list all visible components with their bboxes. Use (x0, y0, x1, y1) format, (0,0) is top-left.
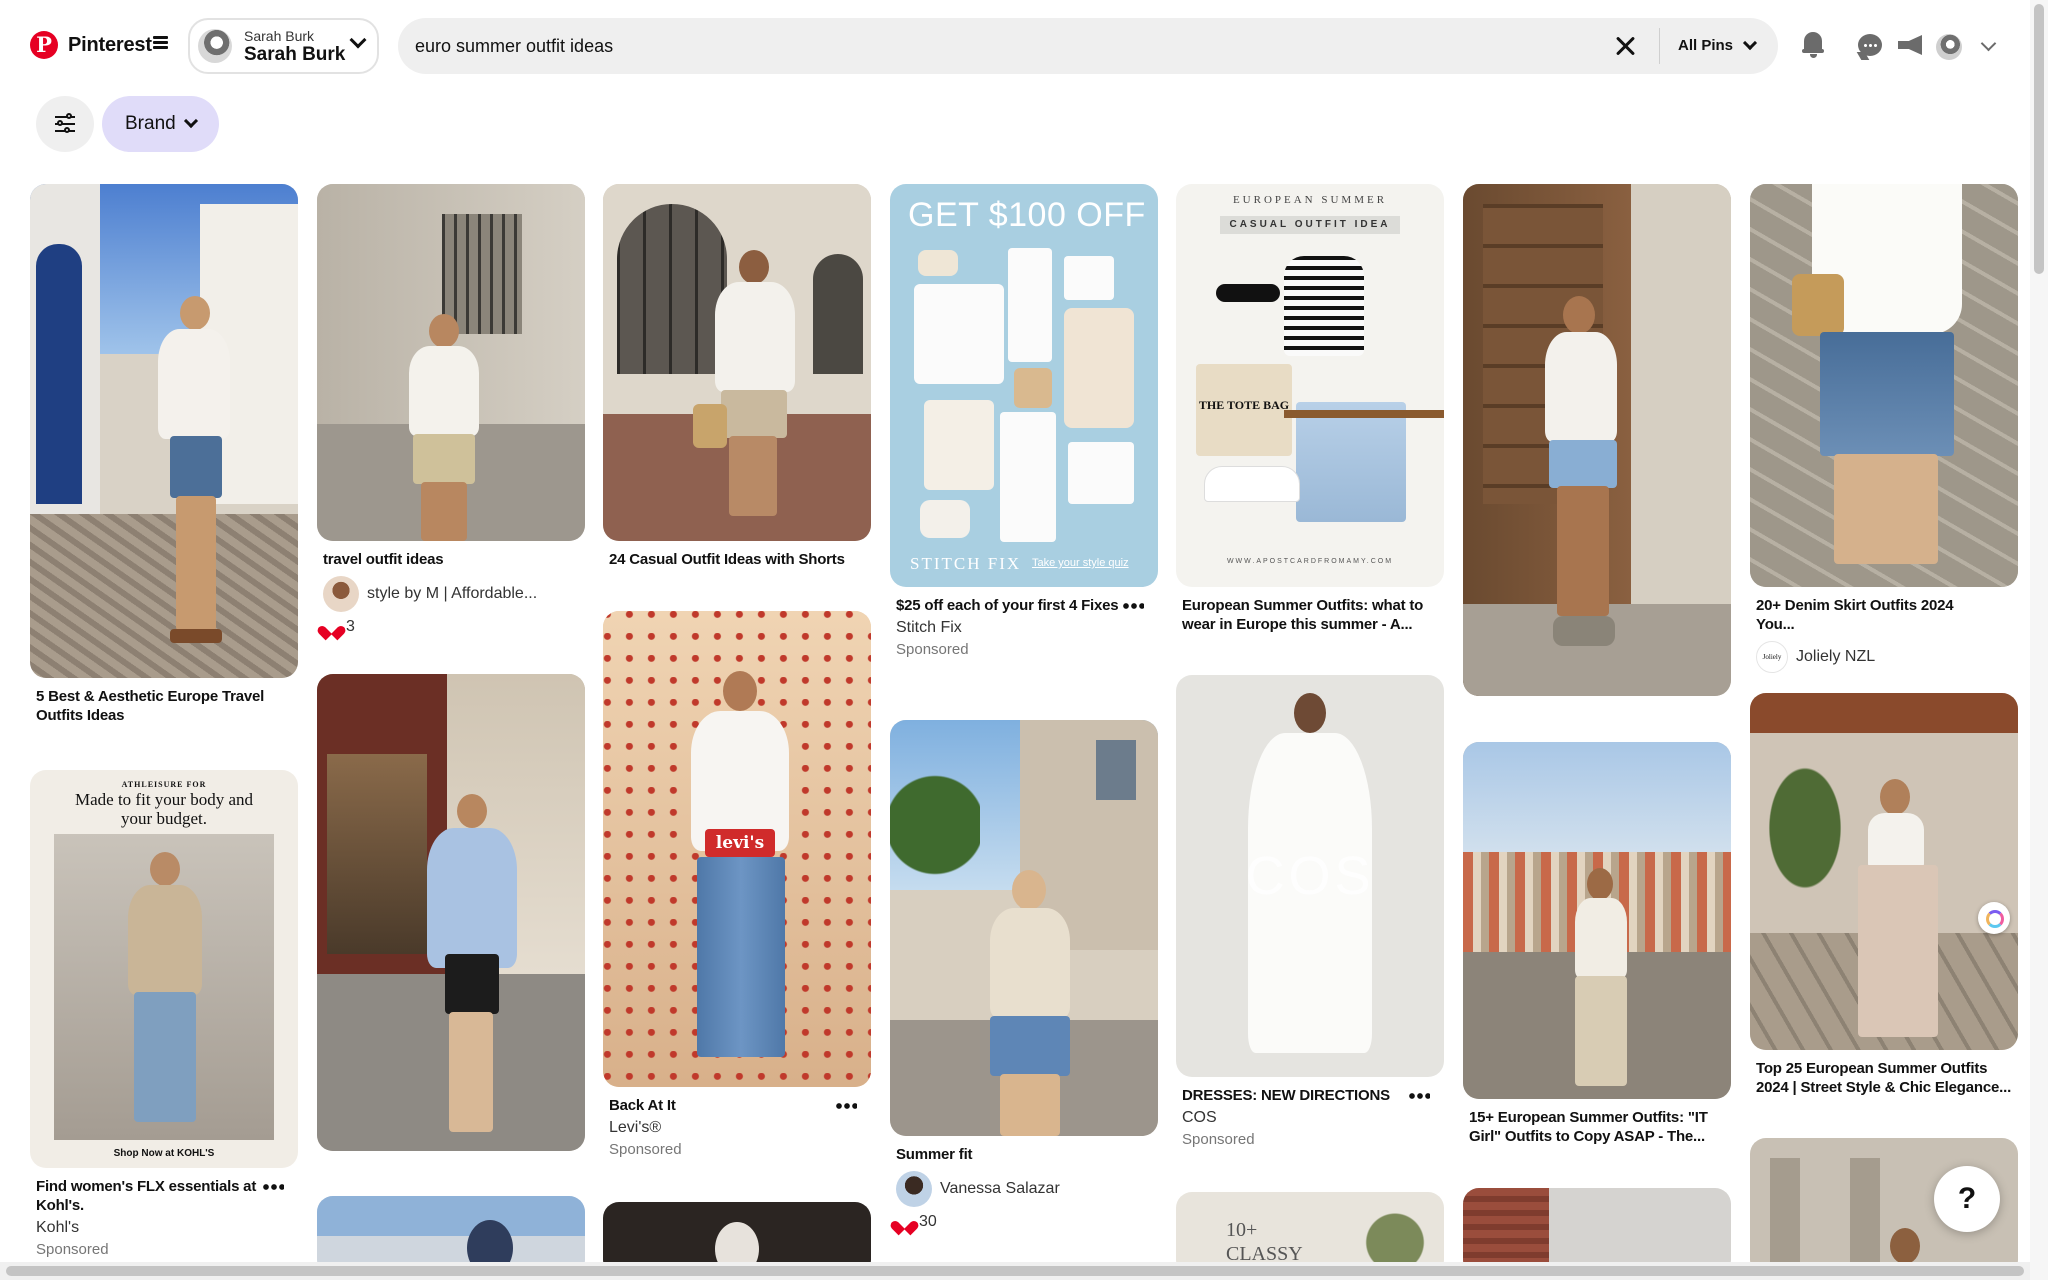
pin-creator[interactable]: Vanessa Salazar (890, 1171, 1158, 1207)
pin-card[interactable]: 20+ Denim Skirt Outfits 2024 You... Joli… (1750, 184, 2018, 673)
pin-image[interactable]: COS (1176, 675, 1444, 1077)
pin-creator[interactable]: style by M | Affordable... (317, 576, 585, 612)
pin-image[interactable]: ATHLEISURE FOR Made to fit your body and… (30, 770, 298, 1168)
pin-title[interactable]: $25 off each of your first 4 Fixes (890, 596, 1158, 615)
pin-image[interactable] (317, 674, 585, 1151)
pin-card[interactable]: EUROPEAN SUMMER CASUAL OUTFIT IDEA THE T… (1176, 184, 1444, 634)
pin-title[interactable]: DRESSES: NEW DIRECTIONS (1176, 1086, 1444, 1105)
sponsored-label: Sponsored (1182, 1131, 1255, 1148)
pin-image[interactable] (30, 184, 298, 678)
creator-avatar (896, 1171, 932, 1207)
pin-advertiser[interactable]: Levi's® (603, 1119, 871, 1137)
heart-icon (323, 620, 340, 635)
help-button[interactable]: ? (1934, 1166, 2000, 1232)
creator-name: style by M | Affordable... (367, 585, 538, 602)
pin-title[interactable]: Top 25 European Summer Outfits 2024 | St… (1750, 1059, 2018, 1097)
pin-creator[interactable]: Joliely Joliely NZL (1750, 641, 2018, 673)
pin-image[interactable] (1750, 693, 2018, 1050)
pin-card[interactable] (317, 674, 585, 1151)
pin-grid: 5 Best & Aesthetic Europe Travel Outfits… (0, 0, 2048, 1276)
graphic-url: WWW.APOSTCARDFROMAMY.COM (1226, 558, 1394, 565)
pin-image[interactable]: EUROPEAN SUMMER CASUAL OUTFIT IDEA THE T… (1176, 184, 1444, 587)
ad-cta[interactable]: Take your style quiz (1032, 557, 1129, 569)
graphic-text: 10+ CLASSY (1226, 1219, 1303, 1265)
pin-card[interactable]: 15+ European Summer Outfits: "IT Girl" O… (1463, 742, 1731, 1146)
pin-image[interactable] (1463, 184, 1731, 696)
pin-card[interactable]: 5 Best & Aesthetic Europe Travel Outfits… (30, 184, 298, 725)
pin-title[interactable]: travel outfit ideas (317, 550, 585, 569)
pin-title[interactable]: European Summer Outfits: what to wear in… (1176, 596, 1444, 634)
pin-image[interactable] (1463, 742, 1731, 1099)
pin-card-sponsored[interactable]: GET $100 OFF STITCH FIX Take your style … (890, 184, 1158, 658)
pin-image[interactable] (317, 184, 585, 541)
pin-card[interactable] (1463, 184, 1731, 696)
ad-eyebrow: ATHLEISURE FOR (121, 780, 207, 789)
cos-logo: COS (1245, 846, 1375, 906)
ad-brand: STITCH FIX (910, 554, 1022, 573)
pin-title[interactable]: 24 Casual Outfit Ideas with Shorts (603, 550, 871, 569)
more-options-icon[interactable] (835, 1103, 857, 1109)
graphic-eyebrow: EUROPEAN SUMMER (1232, 194, 1388, 206)
pin-advertiser[interactable]: Stitch Fix (890, 619, 1158, 637)
pin-card[interactable]: Top 25 European Summer Outfits 2024 | St… (1750, 693, 2018, 1097)
pin-card[interactable]: Summer fit Vanessa Salazar 30 (890, 720, 1158, 1231)
pin-card-sponsored[interactable]: levi's Back At It Levi's® Sponsored (603, 611, 871, 1158)
creator-avatar: Joliely (1756, 641, 1788, 673)
reaction-count: 3 (346, 618, 355, 635)
sponsored-label: Sponsored (896, 641, 969, 658)
pin-title[interactable]: 20+ Denim Skirt Outfits 2024 You... (1750, 596, 2018, 634)
ad-headline: GET $100 OFF (908, 196, 1146, 234)
pin-advertiser[interactable]: COS (1176, 1109, 1444, 1127)
more-options-icon[interactable] (1408, 1093, 1430, 1099)
pin-card[interactable]: travel outfit ideas style by M | Afforda… (317, 184, 585, 636)
pin-card[interactable]: 24 Casual Outfit Ideas with Shorts (603, 184, 871, 569)
more-options-icon[interactable] (262, 1184, 284, 1190)
creator-avatar (323, 576, 359, 612)
reactions: 30 (890, 1213, 1158, 1231)
levis-logo: levi's (705, 829, 775, 857)
sponsored-label: Sponsored (36, 1241, 109, 1258)
pin-image[interactable]: GET $100 OFF STITCH FIX Take your style … (890, 184, 1158, 587)
pin-title[interactable]: 15+ European Summer Outfits: "IT Girl" O… (1463, 1108, 1731, 1146)
reactions: 3 (317, 618, 585, 636)
more-options-icon[interactable] (1122, 603, 1144, 609)
tote-bag-graphic: THE TOTE BAG (1196, 364, 1292, 456)
graphic-title: CASUAL OUTFIT IDEA (1220, 216, 1400, 234)
pin-image[interactable] (1750, 184, 2018, 587)
pin-image[interactable] (890, 720, 1158, 1136)
pin-title[interactable]: Back At It (603, 1096, 871, 1115)
pin-image[interactable]: levi's (603, 611, 871, 1087)
creator-name: Joliely NZL (1796, 648, 1876, 665)
pin-title[interactable]: Summer fit (890, 1145, 1158, 1164)
sponsored-label: Sponsored (609, 1141, 682, 1158)
extension-badge-icon[interactable] (1978, 902, 2010, 934)
ad-headline: Made to fit your body and your budget. (75, 790, 253, 828)
pin-title[interactable]: 5 Best & Aesthetic Europe Travel Outfits… (30, 687, 298, 725)
pin-advertiser[interactable]: Kohl's (30, 1219, 298, 1237)
creator-name: Vanessa Salazar (940, 1180, 1060, 1197)
pin-card-sponsored[interactable]: ATHLEISURE FOR Made to fit your body and… (30, 770, 298, 1258)
pin-card-sponsored[interactable]: COS DRESSES: NEW DIRECTIONS COS Sponsore… (1176, 675, 1444, 1148)
vertical-scrollbar-thumb[interactable] (2034, 4, 2044, 274)
pin-image[interactable] (603, 184, 871, 541)
horizontal-scrollbar-thumb[interactable] (6, 1266, 2024, 1276)
heart-icon (896, 1215, 913, 1230)
reaction-count: 30 (919, 1213, 937, 1230)
pin-title[interactable]: Find women's FLX essentials at Kohl's. (30, 1177, 298, 1215)
ad-cta: Shop Now at KOHL'S (113, 1148, 215, 1159)
